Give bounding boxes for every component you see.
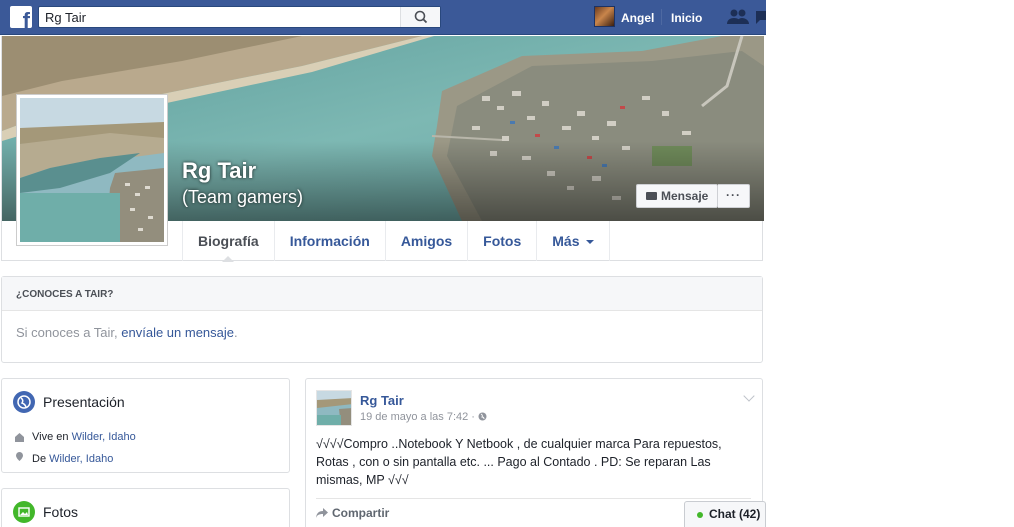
top-navigation-bar: f Angel Inicio xyxy=(0,0,766,35)
search-bar xyxy=(38,6,441,28)
globe-icon xyxy=(13,391,35,413)
user-avatar[interactable] xyxy=(594,6,615,27)
share-button[interactable]: Compartir xyxy=(316,506,389,520)
share-label: Compartir xyxy=(332,506,390,520)
message-button-label: Mensaje xyxy=(661,189,709,203)
know-person-header: ¿CONOCES A TAIR? xyxy=(2,277,762,311)
post-text: √√√√Compro ..Notebook Y Netbook , de cua… xyxy=(316,437,722,487)
lives-in-link[interactable]: Wilder, Idaho xyxy=(72,431,136,443)
tab-label: Información xyxy=(289,233,370,249)
post-author-avatar[interactable] xyxy=(316,390,352,426)
post-author-name[interactable]: Rg Tair xyxy=(360,393,404,408)
search-button[interactable] xyxy=(400,7,440,27)
tab-label: Amigos xyxy=(400,233,453,249)
know-text-suffix: . xyxy=(234,325,238,340)
message-icon[interactable] xyxy=(756,8,766,26)
profile-tabs: Biografía Información Amigos Fotos Más xyxy=(182,221,610,262)
share-arrow-icon xyxy=(316,508,328,518)
chat-label: Chat (42) xyxy=(709,507,761,521)
lives-in-row: Vive en Wilder, Idaho xyxy=(32,431,136,443)
profile-picture[interactable] xyxy=(16,94,168,246)
profile-image xyxy=(20,98,164,242)
know-text-prefix: Si conoces a Tair, xyxy=(16,325,122,340)
lives-in-prefix: Vive en xyxy=(32,431,72,443)
photo-icon xyxy=(13,501,35,523)
post-timestamp: 19 de mayo a las 7:42 · xyxy=(360,411,487,423)
profile-link[interactable]: Angel xyxy=(621,11,654,25)
tab-fotos[interactable]: Fotos xyxy=(468,221,538,261)
profile-header: Rg Tair (Team gamers) Mensaje ··· Biogra… xyxy=(1,36,764,262)
location-pin-icon xyxy=(16,452,23,461)
photos-title[interactable]: Fotos xyxy=(43,504,78,520)
chevron-down-icon xyxy=(585,240,594,248)
intro-card: Presentación Vive en Wilder, Idaho De Wi… xyxy=(1,378,290,473)
nav-divider xyxy=(661,9,662,25)
intro-title: Presentación xyxy=(43,394,125,410)
photos-card: Fotos xyxy=(1,488,290,527)
search-input[interactable] xyxy=(39,7,399,27)
tab-amigos[interactable]: Amigos xyxy=(386,221,469,261)
from-prefix: De xyxy=(32,453,50,465)
message-icon xyxy=(646,192,657,200)
from-row: De Wilder, Idaho xyxy=(32,453,113,465)
search-icon xyxy=(414,10,428,24)
know-person-box: ¿CONOCES A TAIR? Si conoces a Tair, enví… xyxy=(1,276,763,363)
facebook-logo-icon[interactable]: f xyxy=(10,6,32,28)
know-person-text: Si conoces a Tair, envíale un mensaje. xyxy=(2,311,762,340)
tab-label: Biografía xyxy=(198,233,259,249)
friend-requests-icon[interactable] xyxy=(726,8,750,26)
chevron-down-icon[interactable] xyxy=(743,390,755,402)
privacy-globe-icon[interactable] xyxy=(478,412,487,421)
house-icon xyxy=(15,433,24,442)
message-button[interactable]: Mensaje xyxy=(636,184,718,208)
post-divider xyxy=(316,498,751,499)
post-time-text[interactable]: 19 de mayo a las 7:42 · xyxy=(360,411,478,423)
profile-name[interactable]: Rg Tair xyxy=(182,158,256,184)
tab-biografia[interactable]: Biografía xyxy=(183,221,275,262)
from-link[interactable]: Wilder, Idaho xyxy=(49,453,113,465)
tab-label: Más xyxy=(552,233,580,249)
more-options-button[interactable]: ··· xyxy=(718,184,750,208)
send-message-link[interactable]: envíale un mensaje xyxy=(121,325,234,340)
profile-alternate-name: (Team gamers) xyxy=(182,187,304,207)
tab-mas[interactable]: Más xyxy=(537,221,610,261)
tab-informacion[interactable]: Información xyxy=(275,221,386,261)
chat-sidebar-toggle[interactable]: Chat (42) xyxy=(684,501,766,527)
online-status-icon xyxy=(697,512,703,518)
tab-label: Fotos xyxy=(483,233,522,249)
home-link[interactable]: Inicio xyxy=(671,11,702,25)
